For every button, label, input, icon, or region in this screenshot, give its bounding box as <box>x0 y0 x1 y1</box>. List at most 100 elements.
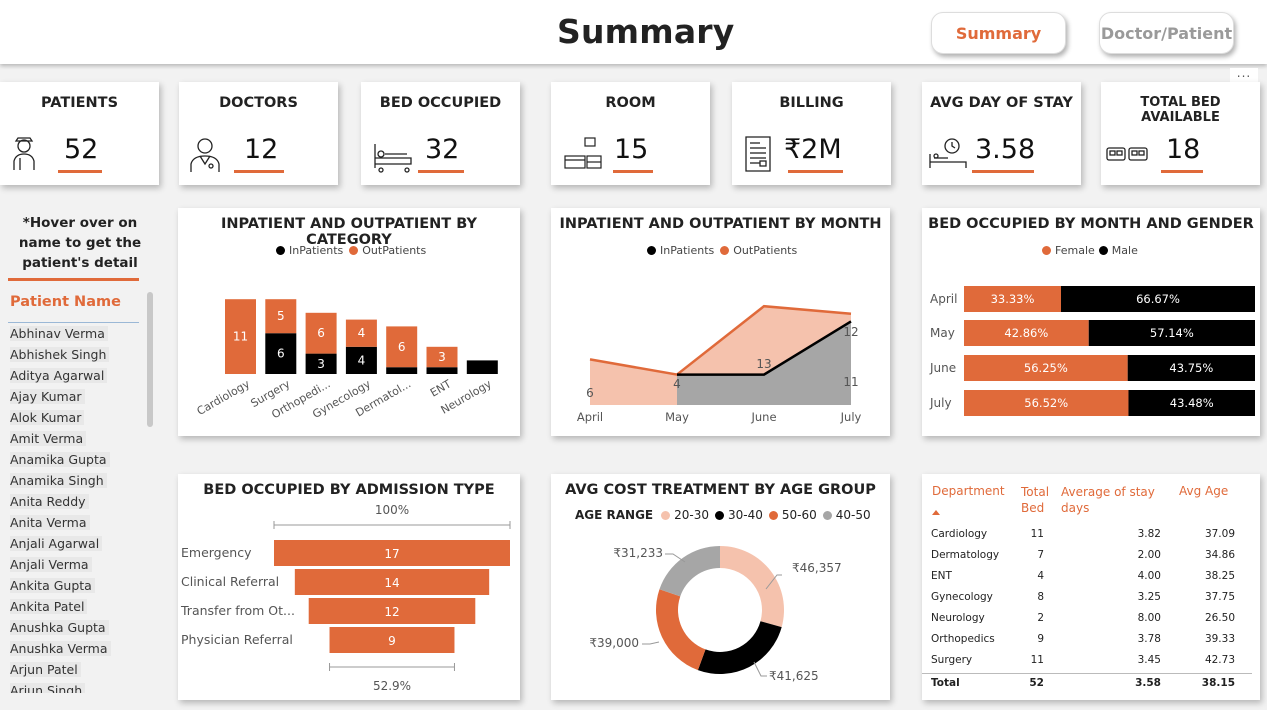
patient-name: Anamika Gupta <box>10 452 110 467</box>
scrollbar[interactable] <box>147 292 153 427</box>
patient-list-item[interactable]: Ankita Patel <box>8 597 143 618</box>
tick-label: ENT <box>428 377 454 399</box>
table-cell: 2 <box>1037 612 1044 624</box>
patient-list-item[interactable]: Arjun Patel <box>8 660 143 681</box>
table-cell: 8.00 <box>1137 612 1161 624</box>
patient-name: Ankita Gupta <box>10 578 95 593</box>
data-label: 43.75% <box>1169 361 1213 375</box>
table-cell: 38.25 <box>1204 570 1235 582</box>
table-row: Surgery 11 3.45 42.73 <box>922 651 1252 672</box>
patient-list-item[interactable]: Alok Kumar <box>8 408 143 429</box>
patient-name: Aditya Agarwal <box>10 368 108 383</box>
funnel-chart: 100% 17 Emergency 14 Clinical Referral 12 Tran… <box>180 503 511 693</box>
tick-label: July <box>840 410 862 424</box>
kpi-underline <box>613 170 653 173</box>
patient-list-item[interactable]: Ajay Kumar <box>8 387 143 408</box>
kpi-underline <box>1161 170 1203 173</box>
page-title: Summary <box>557 12 735 51</box>
patient-name: Ankita Patel <box>10 599 88 614</box>
table-cell: Gynecology <box>931 591 993 603</box>
sort-ascending-icon[interactable] <box>932 510 940 515</box>
patient-list-item[interactable]: Amit Verma <box>8 429 143 450</box>
patient-list-item[interactable]: Aditya Agarwal <box>8 366 143 387</box>
data-label: 57.14% <box>1150 326 1194 340</box>
patient-list[interactable]: Abhinav Verma Abhishek Singh Aditya Agarwa… <box>8 324 143 693</box>
patient-name: Anita Reddy <box>10 494 89 509</box>
table-total-row: Total 52 3.58 38.15 <box>922 673 1252 694</box>
patient-name: Arjun Singh <box>10 683 86 693</box>
data-label: 11 <box>233 330 248 344</box>
summary-nav-button[interactable]: Summary <box>931 12 1066 54</box>
patient-list-item[interactable]: Anjali Agarwal <box>8 534 143 555</box>
patient-list-item[interactable]: Anamika Singh <box>8 471 143 492</box>
table-cell: 3.78 <box>1137 633 1161 645</box>
patient-list-item[interactable]: Anushka Verma <box>8 639 143 660</box>
patient-list-item[interactable]: Anushka Gupta <box>8 618 143 639</box>
patient-list-item[interactable]: Ankita Gupta <box>8 576 143 597</box>
patient-sidebar: *Hover over on name to get the patient's… <box>0 205 160 710</box>
table-cell: 7 <box>1037 549 1044 561</box>
patient-list-item[interactable]: Arjun Singh <box>8 681 143 693</box>
kpi-avg-stay: AVG DAY OF STAY 3.58 <box>922 82 1081 185</box>
funnel-bottom-label: 52.9% <box>373 679 411 693</box>
patient-list-item[interactable]: Abhishek Singh <box>8 345 143 366</box>
data-label: 3 <box>438 350 446 364</box>
kpi-underline <box>418 170 464 173</box>
kpi-label: AVG DAY OF STAY <box>930 95 1073 111</box>
kpi-label: BILLING <box>779 95 844 111</box>
patient-list-item[interactable]: Anita Reddy <box>8 492 143 513</box>
table-cell: Total <box>931 677 960 689</box>
column-header-total-bed[interactable]: Total Bed <box>1021 484 1055 516</box>
column-header-avg-stay[interactable]: Average of stay days <box>1061 484 1161 516</box>
kpi-underline <box>788 170 843 173</box>
area-chart: 6 4 13 12 11 April May June July <box>577 304 862 424</box>
data-label: 12 <box>843 325 858 339</box>
patient-list-item[interactable]: Anjali Verma <box>8 555 143 576</box>
table-row: ENT 4 4.00 38.25 <box>922 567 1252 588</box>
table-row: Cardiology 11 3.82 37.09 <box>922 525 1252 546</box>
table-cell: 37.09 <box>1204 528 1235 540</box>
column-header-avg-age[interactable]: Avg Age <box>1179 484 1228 498</box>
table-cell: 2.00 <box>1137 549 1161 561</box>
data-label: 3 <box>317 357 325 371</box>
kpi-label: DOCTORS <box>219 95 298 111</box>
tick-label: April <box>930 292 957 306</box>
column-header-department[interactable]: Department <box>932 484 1005 498</box>
data-label: 42.86% <box>1004 326 1048 340</box>
patient-name: Anjali Verma <box>10 557 92 572</box>
table-cell: Surgery <box>931 654 973 666</box>
doctor-patient-nav-button[interactable]: Doctor/Patient <box>1099 12 1234 54</box>
table-cell: 4.00 <box>1137 570 1161 582</box>
patient-name: Abhishek Singh <box>10 347 110 362</box>
data-label: ₹41,625 <box>769 669 819 683</box>
patient-name: Arjun Patel <box>10 662 81 677</box>
data-label: 56.25% <box>1024 361 1068 375</box>
data-label: 66.67% <box>1136 292 1180 306</box>
table-cell: Neurology <box>931 612 985 624</box>
patient-name: Alok Kumar <box>10 410 85 425</box>
table-cell: 26.50 <box>1204 612 1235 624</box>
patient-name: Anamika Singh <box>10 473 107 488</box>
more-options-button[interactable]: ... <box>1230 67 1258 82</box>
patient-list-item[interactable]: Anita Verma <box>8 513 143 534</box>
data-label: 17 <box>384 547 399 561</box>
data-label: 43.48% <box>1170 396 1214 410</box>
data-label: ₹31,233 <box>613 546 663 560</box>
table-cell: 11 <box>1030 528 1044 540</box>
data-label: 6 <box>317 326 325 340</box>
patient-list-item[interactable]: Anamika Gupta <box>8 450 143 471</box>
kpi-patients: PATIENTS 52 <box>0 82 159 185</box>
patient-list-item[interactable]: Abhinav Verma <box>8 324 143 345</box>
patient-name: Anjali Agarwal <box>10 536 103 551</box>
bar-inpatients <box>426 367 458 374</box>
funnel-top-label: 100% <box>375 503 409 517</box>
data-label: ₹46,357 <box>792 561 842 575</box>
table-cell: 38.15 <box>1201 677 1235 689</box>
data-label: 6 <box>586 386 594 400</box>
table-row: Neurology 2 8.00 26.50 <box>922 609 1252 630</box>
table-body: Cardiology 11 3.82 37.09 Dermatology 7 2.00 34.… <box>922 525 1260 695</box>
patient-name-header[interactable]: Patient Name <box>10 294 121 310</box>
kpi-label: ROOM <box>605 95 656 111</box>
kpi-doctors: DOCTORS 12 <box>179 82 338 185</box>
hover-note: *Hover over on name to get the patient's… <box>18 215 142 271</box>
